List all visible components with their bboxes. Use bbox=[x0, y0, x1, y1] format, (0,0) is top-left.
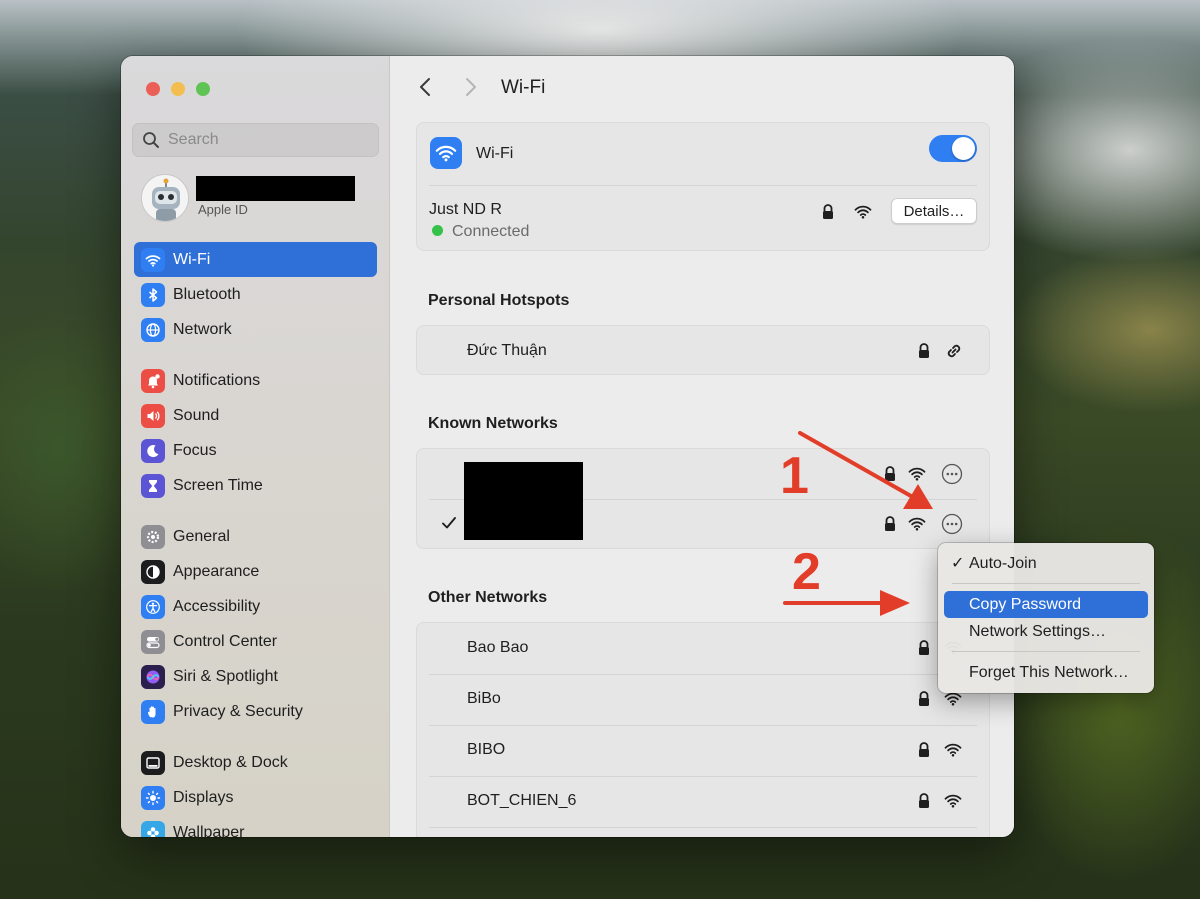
checkmark-icon: ✓ bbox=[951, 555, 965, 572]
menu-item-label: Forget This Network… bbox=[969, 664, 1129, 681]
annotation-arrowhead-2 bbox=[880, 590, 910, 616]
annotation-number-1: 1 bbox=[780, 447, 809, 505]
menu-item-forget-network[interactable]: Forget This Network… bbox=[944, 659, 1148, 686]
network-context-menu: ✓ Auto-Join Copy Password Network Settin… bbox=[938, 543, 1154, 693]
annotation-number-2: 2 bbox=[792, 543, 821, 601]
menu-item-label: Auto-Join bbox=[969, 555, 1037, 572]
annotation-layer bbox=[783, 431, 933, 616]
menu-item-network-settings[interactable]: Network Settings… bbox=[944, 618, 1148, 645]
menu-separator bbox=[952, 651, 1140, 652]
menu-separator bbox=[952, 583, 1140, 584]
menu-item-auto-join[interactable]: ✓ Auto-Join bbox=[944, 550, 1148, 577]
menu-item-label: Copy Password bbox=[969, 596, 1082, 613]
menu-item-copy-password[interactable]: Copy Password bbox=[944, 591, 1148, 618]
menu-item-label: Network Settings… bbox=[969, 623, 1106, 640]
annotation-arrowhead-1 bbox=[903, 484, 933, 509]
annotation-arrow-1 bbox=[798, 431, 920, 502]
